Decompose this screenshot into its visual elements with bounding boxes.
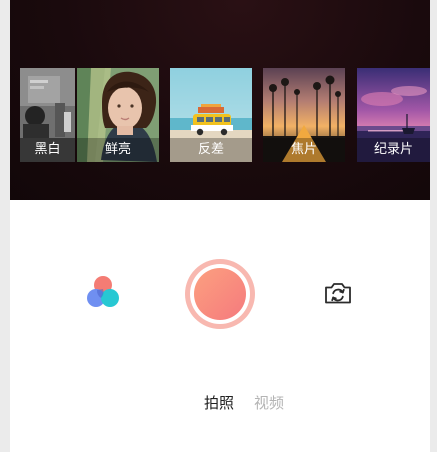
filter-item-film[interactable]: 焦片 [263, 68, 345, 162]
shutter-core [194, 268, 246, 320]
filter-label: 反差 [170, 138, 252, 162]
left-edge [0, 0, 10, 452]
color-palette-graphic [87, 276, 119, 307]
filter-strip[interactable]: 黑白 鲜亮 反差 焦片 纪录片 [10, 68, 430, 162]
filter-label: 焦片 [263, 138, 345, 162]
filter-label: 鲜亮 [77, 138, 159, 162]
filter-item-contrast[interactable]: 反差 [170, 68, 252, 162]
filter-label: 黑白 [20, 138, 75, 162]
filter-item-vivid[interactable]: 鲜亮 [77, 68, 159, 162]
camera-switch-icon[interactable] [322, 277, 354, 309]
filter-item-documentary[interactable]: 纪录片 [357, 68, 430, 162]
color-palette-icon[interactable] [85, 274, 121, 310]
mode-photo-tab[interactable]: 拍照 [204, 393, 234, 413]
camera-switch-graphic [325, 283, 351, 304]
mode-video-tab[interactable]: 视频 [254, 393, 284, 413]
filter-label: 纪录片 [357, 138, 430, 162]
shutter-button[interactable] [185, 259, 255, 329]
capture-controls: 拍照 视频 [10, 200, 430, 452]
camera-preview[interactable]: 黑白 鲜亮 反差 焦片 纪录片 [10, 0, 430, 200]
filter-item-mono[interactable]: 黑白 [20, 68, 75, 162]
camera-app: 黑白 鲜亮 反差 焦片 纪录片 拍照 视频 [0, 0, 437, 452]
